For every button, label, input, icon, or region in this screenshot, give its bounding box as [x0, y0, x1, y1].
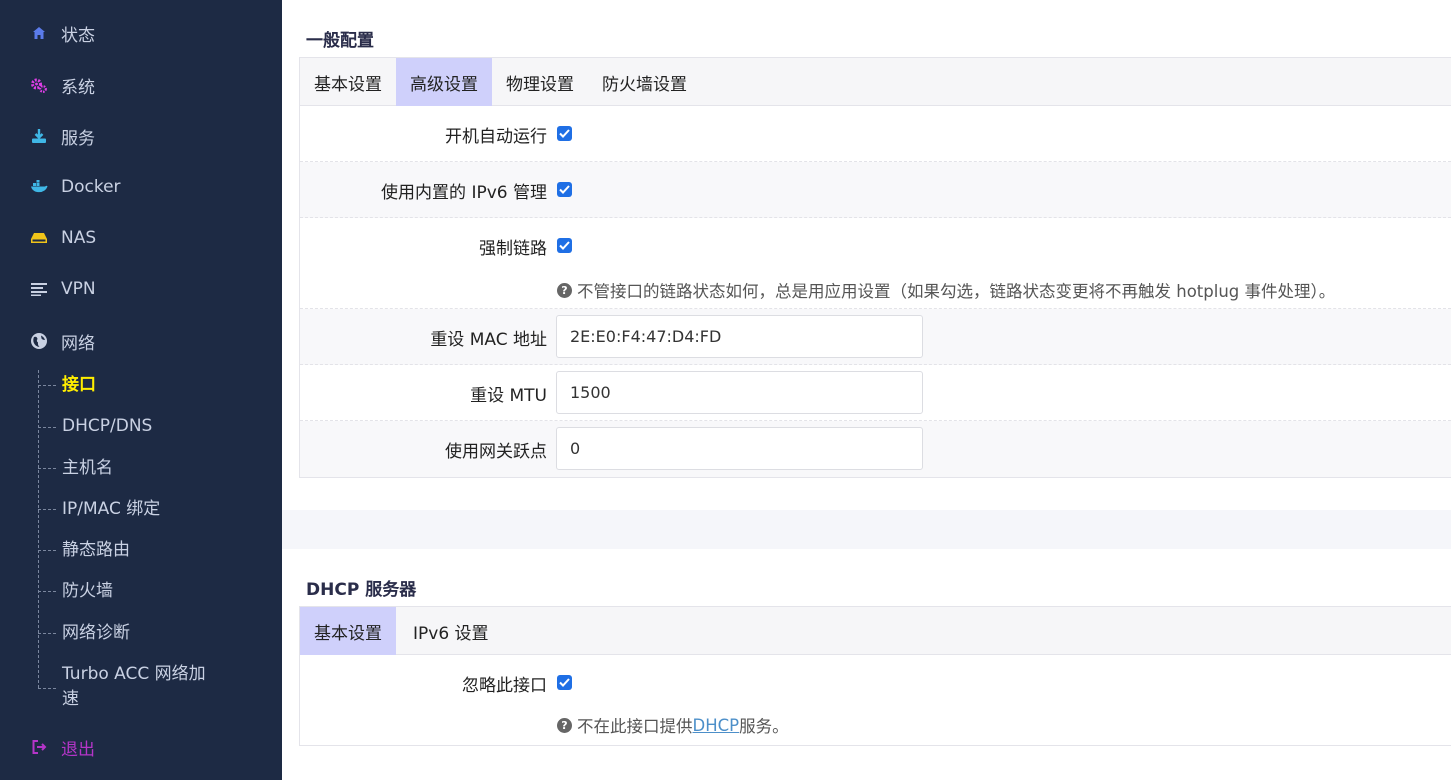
tree-line	[38, 370, 39, 688]
sidebar: 状态 系统 服务 Docker NAS VPN 网络 接口 DHCP/DNS 主…	[0, 0, 282, 780]
sidebar-item-label: 服务	[61, 128, 95, 149]
force-link-checkbox[interactable]	[557, 238, 572, 253]
tab-physical-settings[interactable]: 物理设置	[492, 58, 588, 106]
gateway-metric-input[interactable]: 0	[556, 427, 923, 470]
sidebar-item-label: 系统	[61, 77, 95, 98]
globe-icon	[30, 332, 48, 350]
field-label: 重设 MAC 地址	[430, 330, 547, 350]
ignore-interface-help: ? 不在此接口提供 DHCP 服务。	[557, 713, 789, 737]
mtu-input[interactable]: 1500	[556, 371, 923, 414]
mac-address-input[interactable]: 2E:E0:F4:47:D4:FD	[556, 315, 923, 358]
subnav-firewall[interactable]: 防火墙	[62, 579, 113, 604]
general-tabs: 基本设置 高级设置 物理设置 防火墙设置	[299, 57, 1451, 106]
subnav-turbo-acc-line1: Turbo ACC 网络加	[62, 664, 206, 684]
help-text-pre: 不在此接口提供	[577, 717, 693, 736]
force-link-help: ? 不管接口的链路状态如何，总是用应用设置（如果勾选，链路状态变更将不再触发 h…	[557, 278, 1335, 302]
tree-branch	[38, 550, 56, 551]
tree-branch	[38, 591, 56, 592]
sidebar-item-vpn[interactable]: VPN	[30, 274, 96, 304]
home-icon	[30, 24, 48, 42]
sidebar-item-label: VPN	[61, 279, 96, 299]
form-row-ignore-interface: 忽略此接口 ? 不在此接口提供 DHCP 服务。	[300, 655, 1451, 745]
subnav-hostnames[interactable]: 主机名	[62, 456, 113, 481]
sidebar-item-label: NAS	[61, 228, 97, 248]
subnav-turbo-acc-line2: 速	[62, 689, 79, 709]
dhcp-link[interactable]: DHCP	[693, 716, 740, 735]
tab-advanced-settings[interactable]: 高级设置	[396, 58, 492, 106]
subnav-interfaces[interactable]: 接口	[62, 373, 96, 398]
list-icon	[30, 280, 48, 298]
dhcp-server-section: DHCP 服务器 基本设置 IPv6 设置 忽略此接口 ? 不在此接口提供 DH…	[282, 549, 1451, 780]
field-label: 使用网关跃点	[445, 442, 547, 462]
tree-branch	[38, 688, 56, 689]
sidebar-item-label: 状态	[61, 25, 95, 46]
help-text: 不管接口的链路状态如何，总是用应用设置（如果勾选，链路状态变更将不再触发 hot…	[577, 282, 1336, 301]
section-title: DHCP 服务器	[306, 580, 417, 600]
help-text-post: 服务。	[739, 717, 789, 736]
dhcp-basic-form: 忽略此接口 ? 不在此接口提供 DHCP 服务。	[299, 655, 1451, 746]
tree-branch	[38, 509, 56, 510]
tree-branch	[38, 468, 56, 469]
question-circle-icon: ?	[557, 282, 572, 298]
form-row-force-link: 强制链路 ? 不管接口的链路状态如何，总是用应用设置（如果勾选，链路状态变更将不…	[300, 218, 1451, 309]
field-label: 忽略此接口	[462, 676, 547, 696]
sidebar-item-network[interactable]: 网络	[30, 326, 95, 356]
auto-start-checkbox[interactable]	[557, 126, 572, 141]
general-config-section: 一般配置 基本设置 高级设置 物理设置 防火墙设置 开机自动运行 使用内置的 I…	[282, 0, 1451, 510]
logout-label: 退出	[61, 739, 95, 760]
tab-dhcp-basic-settings[interactable]: 基本设置	[300, 607, 396, 655]
sidebar-item-services[interactable]: 服务	[30, 121, 95, 151]
question-circle-icon: ?	[557, 717, 572, 733]
sidebar-item-label: 网络	[61, 333, 95, 354]
logout-icon	[30, 738, 48, 756]
form-row-mac: 重设 MAC 地址 2E:E0:F4:47:D4:FD	[300, 309, 1451, 365]
sidebar-item-docker[interactable]: Docker	[30, 172, 121, 202]
gears-icon	[30, 76, 48, 94]
tree-branch	[38, 385, 56, 386]
main-content: 一般配置 基本设置 高级设置 物理设置 防火墙设置 开机自动运行 使用内置的 I…	[282, 0, 1451, 780]
form-row-ipv6: 使用内置的 IPv6 管理	[300, 162, 1451, 218]
field-label: 使用内置的 IPv6 管理	[381, 183, 547, 203]
ignore-interface-checkbox[interactable]	[557, 675, 572, 690]
section-title: 一般配置	[306, 31, 374, 51]
advanced-settings-form: 开机自动运行 使用内置的 IPv6 管理 强制链路 ? 不管接口的链路状态如何，…	[299, 106, 1451, 478]
ipv6-management-checkbox[interactable]	[557, 182, 572, 197]
sidebar-item-label: Docker	[61, 177, 121, 197]
field-label: 强制链路	[479, 239, 547, 259]
form-row-mtu: 重设 MTU 1500	[300, 365, 1451, 421]
docker-icon	[30, 178, 48, 196]
dhcp-tabs: 基本设置 IPv6 设置	[299, 606, 1451, 655]
logout-button[interactable]: 退出	[30, 732, 95, 762]
field-label: 开机自动运行	[445, 127, 547, 147]
tab-firewall-settings[interactable]: 防火墙设置	[588, 58, 701, 106]
subnav-static-routes[interactable]: 静态路由	[62, 538, 130, 563]
tree-branch	[38, 633, 56, 634]
form-row-auto-start: 开机自动运行	[300, 106, 1451, 162]
tab-dhcp-ipv6-settings[interactable]: IPv6 设置	[396, 607, 506, 655]
drive-icon	[30, 229, 48, 247]
subnav-dhcp-dns[interactable]: DHCP/DNS	[62, 414, 152, 439]
form-row-gateway-metric: 使用网关跃点 0	[300, 421, 1451, 477]
tree-branch	[38, 427, 56, 428]
subnav-ip-mac-binding[interactable]: IP/MAC 绑定	[62, 497, 160, 522]
sidebar-item-status[interactable]: 状态	[30, 18, 95, 48]
tab-basic-settings[interactable]: 基本设置	[300, 58, 396, 106]
subnav-turbo-acc[interactable]: Turbo ACC 网络加 速	[62, 662, 206, 712]
download-icon	[30, 127, 48, 145]
subnav-diagnostics[interactable]: 网络诊断	[62, 621, 130, 646]
field-label: 重设 MTU	[470, 386, 547, 406]
sidebar-item-nas[interactable]: NAS	[30, 223, 96, 253]
sidebar-item-system[interactable]: 系统	[30, 70, 95, 100]
